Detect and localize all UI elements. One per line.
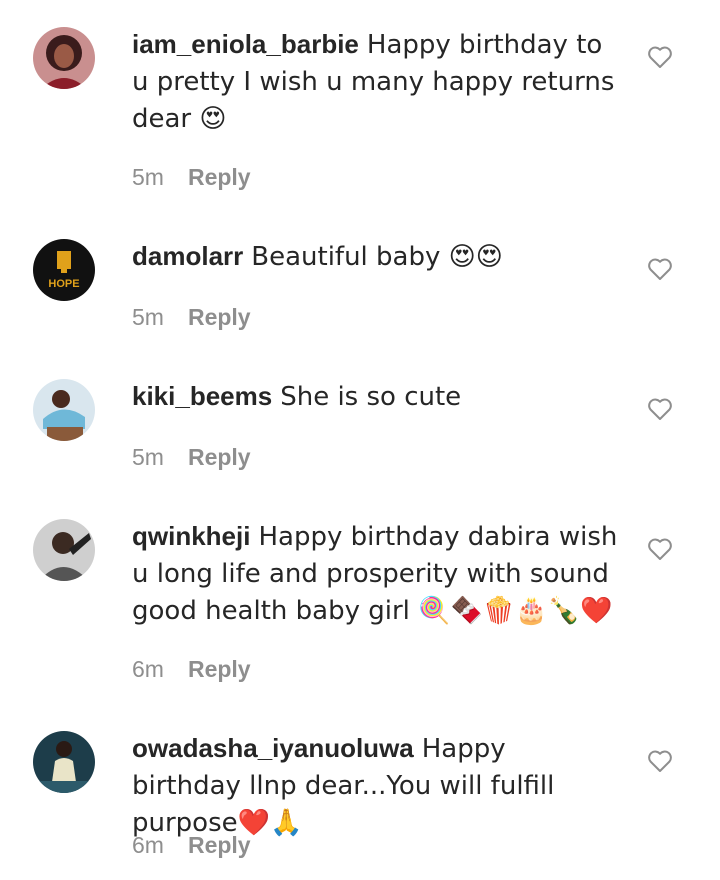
- comment-username[interactable]: iam_eniola_barbie: [132, 29, 359, 59]
- comment-body: Beautiful baby 😍😍: [251, 242, 503, 272]
- heart-outline-icon[interactable]: [647, 257, 673, 281]
- comment-text-block: kiki_beems She is so cute: [132, 378, 622, 415]
- heart-outline-icon[interactable]: [647, 537, 673, 561]
- avatar-image: [33, 731, 95, 793]
- avatar-image: [33, 27, 95, 89]
- comment-text-block: qwinkheji Happy birthday dabira wish u lo…: [132, 518, 622, 629]
- comment-username[interactable]: kiki_beems: [132, 381, 272, 411]
- comment-meta: 5m Reply: [132, 163, 251, 191]
- comment-time: 6m: [132, 832, 164, 858]
- avatar-image: [33, 519, 95, 581]
- comment-text-block: owadasha_iyanuoluwa Happy birthday llnp d…: [132, 730, 622, 841]
- avatar[interactable]: [33, 731, 95, 793]
- avatar-image: HOPE: [33, 239, 95, 301]
- comment-username[interactable]: damolarr: [132, 241, 243, 271]
- comment-username[interactable]: owadasha_iyanuoluwa: [132, 733, 414, 763]
- avatar[interactable]: [33, 27, 95, 89]
- reply-button[interactable]: Reply: [188, 163, 251, 191]
- comment-body: She is so cute: [280, 382, 462, 412]
- avatar[interactable]: [33, 519, 95, 581]
- avatar[interactable]: [33, 379, 95, 441]
- reply-button[interactable]: Reply: [188, 831, 251, 859]
- reply-button[interactable]: Reply: [188, 655, 251, 683]
- comment-time: 5m: [132, 304, 164, 330]
- comment-meta: 6m Reply: [132, 655, 251, 683]
- heart-outline-icon[interactable]: [647, 45, 673, 69]
- comment-meta: 5m Reply: [132, 443, 251, 471]
- comment-time: 6m: [132, 656, 164, 682]
- avatar-image: [33, 379, 95, 441]
- avatar[interactable]: HOPE: [33, 239, 95, 301]
- comment-meta: 5m Reply: [132, 303, 251, 331]
- reply-button[interactable]: Reply: [188, 443, 251, 471]
- comment-time: 5m: [132, 164, 164, 190]
- heart-outline-icon[interactable]: [647, 397, 673, 421]
- svg-text:HOPE: HOPE: [48, 278, 79, 290]
- comment-meta: 6m Reply: [132, 831, 251, 859]
- comment-text-block: damolarr Beautiful baby 😍😍: [132, 238, 622, 275]
- comment-text-block: iam_eniola_barbie Happy birthday to u pre…: [132, 26, 622, 137]
- comment-time: 5m: [132, 444, 164, 470]
- heart-outline-icon[interactable]: [647, 749, 673, 773]
- comment-username[interactable]: qwinkheji: [132, 521, 250, 551]
- reply-button[interactable]: Reply: [188, 303, 251, 331]
